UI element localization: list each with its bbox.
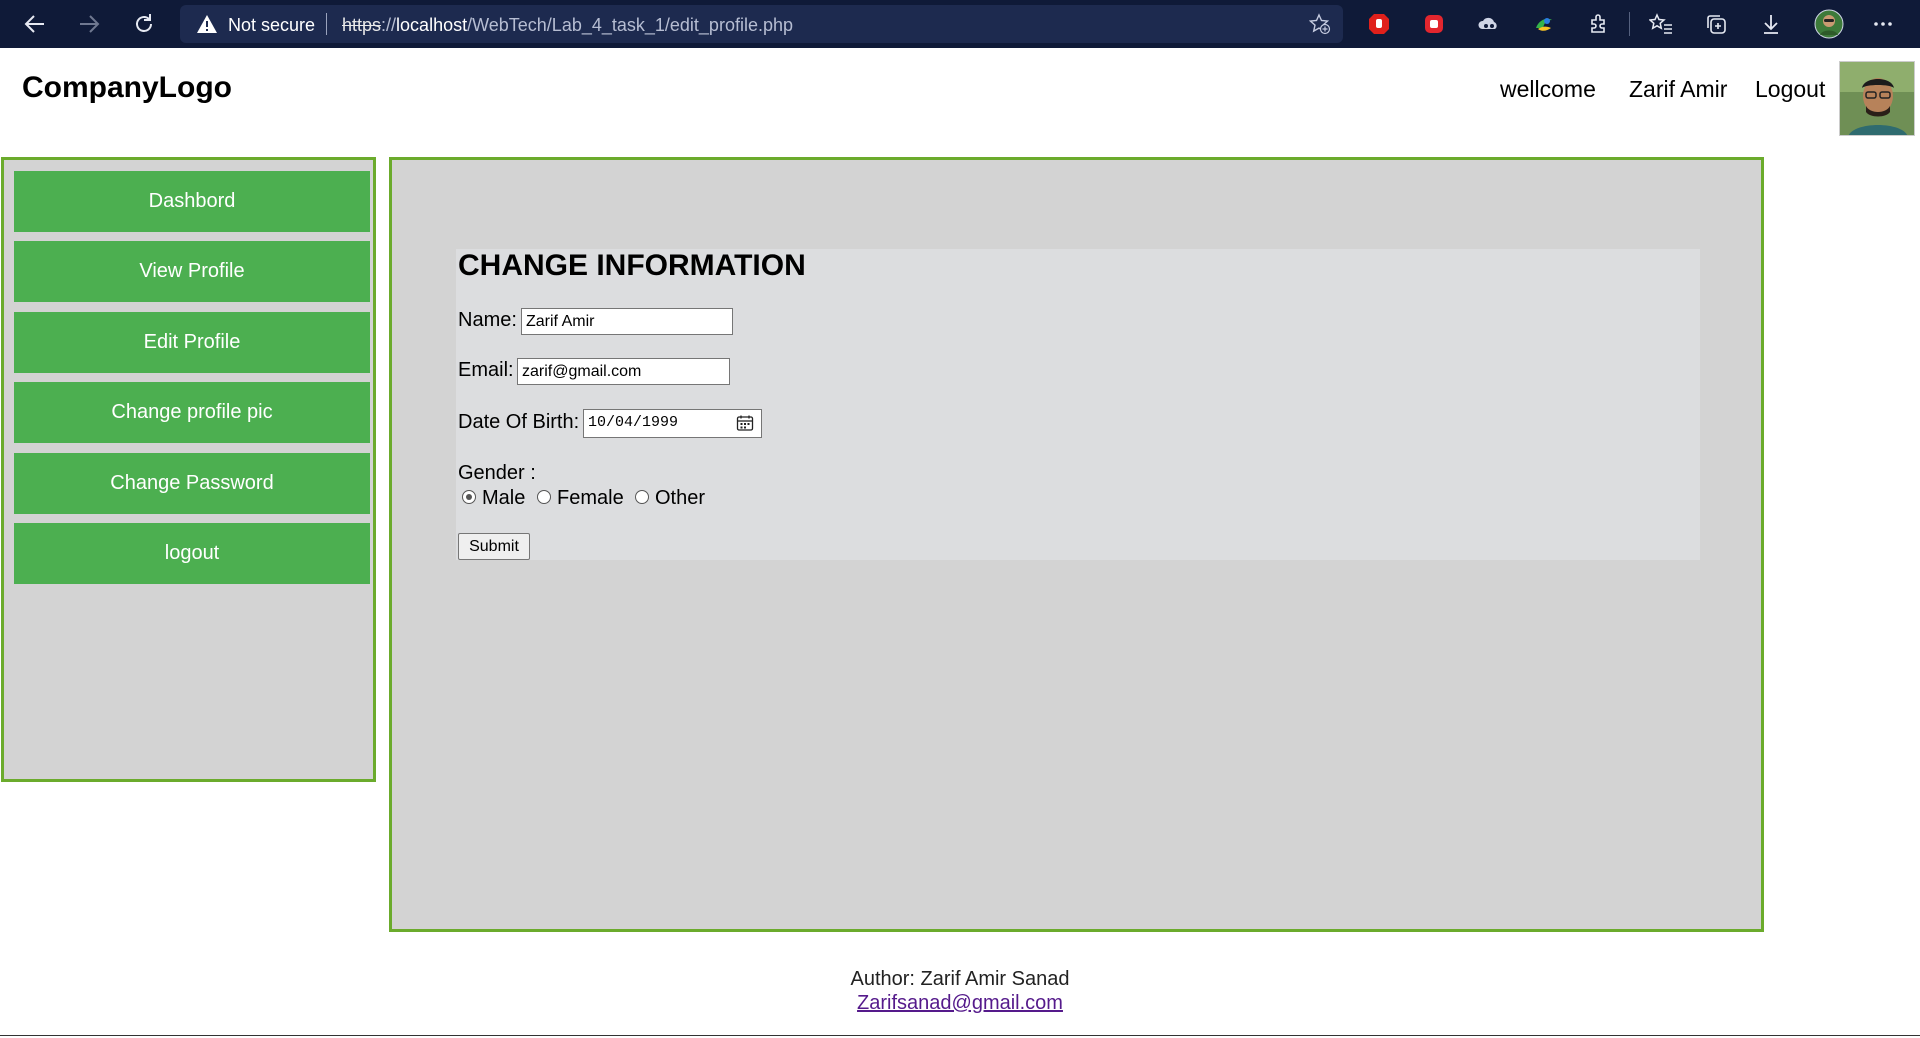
sidebar-item-dashboard[interactable]: Dashbord bbox=[14, 171, 370, 232]
gender-male-radio[interactable] bbox=[462, 490, 476, 504]
form-title: CHANGE INFORMATION bbox=[458, 249, 806, 282]
sidebar-item-change-profile-pic[interactable]: Change profile pic bbox=[14, 382, 370, 443]
back-icon[interactable] bbox=[19, 8, 51, 40]
footer-email-link[interactable]: Zarifsanad@gmail.com bbox=[857, 992, 1063, 1014]
profile-icon[interactable] bbox=[1814, 9, 1844, 39]
gender-female-radio[interactable] bbox=[537, 490, 551, 504]
sidebar-item-logout[interactable]: logout bbox=[14, 523, 370, 584]
dob-label: Date Of Birth: bbox=[458, 411, 580, 433]
gender-other-label: Other bbox=[655, 487, 706, 509]
extensions-puzzle-icon[interactable] bbox=[1587, 12, 1611, 36]
forward-icon[interactable] bbox=[73, 8, 105, 40]
name-input[interactable] bbox=[521, 308, 733, 335]
url-text[interactable]: https://localhost/WebTech/Lab_4_task_1/e… bbox=[342, 15, 793, 36]
gender-other-radio[interactable] bbox=[635, 490, 649, 504]
collections-icon[interactable] bbox=[1704, 12, 1728, 36]
edit-profile-form: CHANGE INFORMATION Name: Email: Date Of … bbox=[456, 249, 1700, 560]
extension-cloud-icon[interactable] bbox=[1477, 12, 1501, 36]
sidebar-item-change-password[interactable]: Change Password bbox=[14, 453, 370, 514]
email-label: Email: bbox=[458, 359, 514, 381]
refresh-icon[interactable] bbox=[128, 8, 160, 40]
extension-red-hand-icon[interactable] bbox=[1367, 12, 1391, 36]
avatar bbox=[1839, 61, 1915, 136]
gender-label: Gender : bbox=[458, 462, 536, 484]
user-name: Zarif Amir bbox=[1629, 76, 1728, 102]
toolbar-separator bbox=[1629, 12, 1630, 36]
browser-toolbar: Not secure https://localhost/WebTech/Lab… bbox=[0, 0, 1920, 48]
security-label[interactable]: Not secure bbox=[228, 15, 315, 36]
url-separator: :// bbox=[381, 15, 397, 35]
address-divider bbox=[326, 13, 327, 35]
calendar-icon[interactable] bbox=[736, 414, 754, 437]
sidebar: Dashbord View Profile Edit Profile Chang… bbox=[1, 157, 376, 782]
sidebar-item-view-profile[interactable]: View Profile bbox=[14, 241, 370, 302]
url-scheme: https bbox=[342, 15, 382, 35]
welcome-text: wellcome bbox=[1500, 76, 1596, 102]
url-host: localhost bbox=[396, 15, 468, 35]
extension-colorful-icon[interactable] bbox=[1532, 12, 1556, 36]
more-icon[interactable] bbox=[1871, 12, 1895, 36]
download-icon[interactable] bbox=[1759, 12, 1783, 36]
submit-button[interactable]: Submit bbox=[458, 533, 530, 560]
footer-author: Author: Zarif Amir Sanad bbox=[850, 968, 1070, 990]
footer: Author: Zarif Amir Sanad Zarifsanad@gmai… bbox=[0, 967, 1920, 1015]
bottom-divider bbox=[0, 1035, 1920, 1036]
sidebar-item-edit-profile[interactable]: Edit Profile bbox=[14, 312, 370, 373]
warning-icon bbox=[196, 14, 218, 39]
favorite-add-icon[interactable] bbox=[1308, 13, 1331, 40]
address-bar[interactable]: Not secure https://localhost/WebTech/Lab… bbox=[180, 5, 1343, 43]
company-logo: CompanyLogo bbox=[22, 71, 232, 104]
header-logout-link[interactable]: Logout bbox=[1755, 76, 1825, 103]
url-path: /WebTech/Lab_4_task_1/edit_profile.php bbox=[467, 15, 793, 35]
gender-male-label: Male bbox=[482, 487, 526, 509]
name-label: Name: bbox=[458, 309, 517, 331]
favorites-icon[interactable] bbox=[1649, 12, 1673, 36]
extension-red-square-icon[interactable] bbox=[1422, 12, 1446, 36]
main-panel: CHANGE INFORMATION Name: Email: Date Of … bbox=[389, 157, 1764, 932]
email-input[interactable] bbox=[517, 358, 730, 385]
gender-female-label: Female bbox=[557, 487, 624, 509]
